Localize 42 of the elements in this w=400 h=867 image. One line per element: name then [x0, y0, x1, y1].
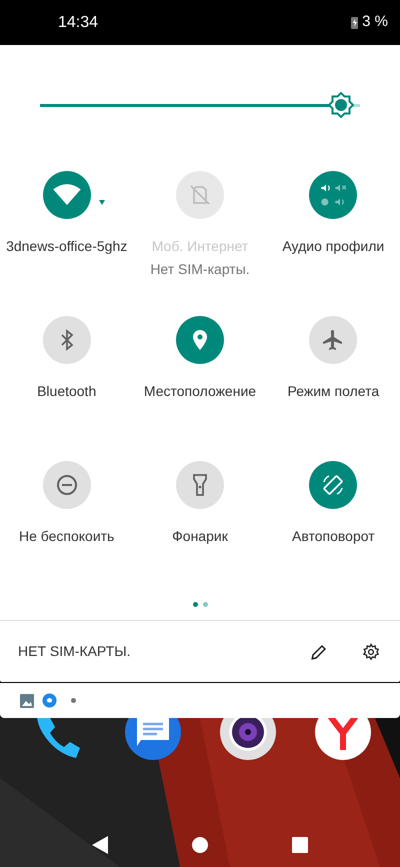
minus-circle-icon — [54, 473, 79, 497]
no-sim-icon — [188, 183, 212, 207]
carrier-text: НЕТ SIM-КАРТЫ. — [18, 642, 132, 661]
recents-icon — [292, 837, 308, 853]
brightness-slider[interactable] — [40, 92, 360, 118]
back-icon — [92, 836, 108, 854]
tile-label: Местоположение — [144, 382, 256, 401]
status-time: 14:34 — [58, 12, 98, 32]
tile-label: Моб. Интернет — [152, 237, 248, 256]
tile-label: Не беспокоить — [18, 527, 114, 546]
tile-sublabel: Нет SIM-карты. — [150, 260, 250, 279]
tile-label: Bluetooth — [37, 382, 96, 401]
back-button[interactable] — [90, 835, 110, 855]
quick-tile-toggle[interactable] — [309, 171, 358, 219]
home-button[interactable] — [190, 835, 210, 855]
rotate-icon — [321, 473, 346, 497]
tile-label: Фонарик — [172, 527, 228, 546]
tile-label: Аудио профили — [282, 237, 384, 256]
tile-label: Режим полета — [287, 382, 380, 401]
pencil-icon — [310, 642, 328, 660]
tile-label: 3dnews-office-5ghz — [6, 237, 128, 256]
image-icon — [20, 694, 34, 708]
quick-tile-toggle[interactable] — [176, 461, 224, 509]
home-icon — [192, 837, 208, 853]
brightness-thumb-icon[interactable] — [328, 92, 354, 118]
browser-app-icon[interactable] — [314, 718, 370, 760]
soccer-ball-icon — [42, 693, 57, 708]
quick-tile-toggle[interactable] — [309, 461, 358, 509]
quick-tile-toggle[interactable] — [176, 316, 224, 364]
dropdown-caret-icon[interactable] — [98, 200, 105, 205]
battery-charging-icon — [351, 16, 358, 29]
battery-percentage: 3 % — [362, 12, 388, 32]
settings-icon — [362, 642, 380, 660]
tile-label: Автоповорот — [292, 527, 375, 546]
quick-tile-toggle[interactable] — [42, 461, 91, 509]
quick-tile-toggle[interactable] — [309, 316, 358, 364]
settings-button[interactable] — [360, 640, 382, 662]
messages-app-icon[interactable] — [124, 718, 180, 760]
recents-button[interactable] — [290, 835, 310, 855]
camera-app-icon[interactable] — [220, 718, 276, 760]
quick-tile-toggle[interactable] — [42, 316, 91, 364]
quick-tile-toggle[interactable] — [42, 171, 91, 219]
